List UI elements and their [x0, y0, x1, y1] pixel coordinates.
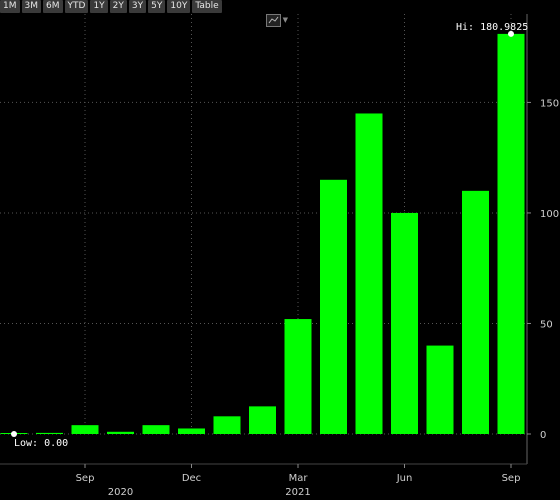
bar [391, 212, 418, 434]
x-tick-label: Sep [76, 473, 95, 484]
bar [497, 33, 525, 434]
bar [355, 113, 383, 434]
x-tick-label: Sep [502, 473, 521, 484]
bar [249, 406, 276, 434]
bar [107, 431, 134, 434]
low-marker [11, 431, 17, 437]
bar [426, 345, 454, 434]
year-label: 2020 [108, 487, 133, 498]
high-label: Hi: 180.9825 [456, 22, 528, 33]
low-label: Low: 0.00 [14, 438, 68, 449]
bar [178, 428, 205, 434]
bar [284, 319, 312, 434]
x-tick-label: Mar [289, 473, 309, 484]
bar [36, 432, 63, 434]
year-label: 2021 [285, 487, 310, 498]
bar-chart: 0 50 100 150 Sep Dec Mar Jun Sep 2020 2021 Hi: 180.… [0, 14, 559, 498]
y-tick-label: 100 [540, 209, 559, 220]
bar [213, 416, 241, 434]
bar [142, 425, 170, 434]
y-tick-label: 50 [540, 319, 553, 330]
bar [320, 179, 347, 434]
x-tick-label: Jun [396, 473, 413, 484]
y-tick-label: 0 [540, 430, 546, 441]
bar [71, 425, 99, 434]
y-tick-label: 150 [540, 98, 559, 109]
bar [462, 190, 489, 434]
x-tick-label: Dec [182, 473, 201, 484]
